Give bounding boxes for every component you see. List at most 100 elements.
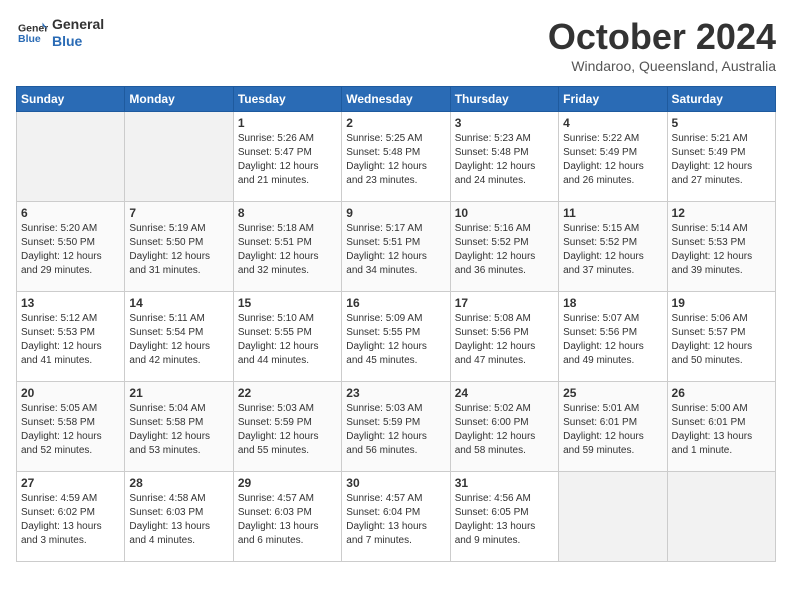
calendar-week-5: 27 Sunrise: 4:59 AM Sunset: 6:02 PM Dayli… <box>17 472 776 562</box>
calendar-cell: 27 Sunrise: 4:59 AM Sunset: 6:02 PM Dayli… <box>17 472 125 562</box>
day-details: Sunrise: 5:08 AM Sunset: 5:56 PM Dayligh… <box>455 312 554 368</box>
day-number: 19 <box>672 296 771 310</box>
day-details: Sunrise: 5:19 AM Sunset: 5:50 PM Dayligh… <box>129 222 228 278</box>
day-details: Sunrise: 5:06 AM Sunset: 5:57 PM Dayligh… <box>672 312 771 368</box>
title-block: October 2024 Windaroo, Queensland, Austr… <box>548 16 776 74</box>
day-details: Sunrise: 5:18 AM Sunset: 5:51 PM Dayligh… <box>238 222 337 278</box>
day-number: 6 <box>21 206 120 220</box>
calendar-cell: 1Sunrise: 5:26 AM Sunset: 5:47 PM Daylig… <box>233 112 341 202</box>
calendar-cell: 12Sunrise: 5:14 AM Sunset: 5:53 PM Dayli… <box>667 202 775 292</box>
day-number: 22 <box>238 386 337 400</box>
calendar-cell: 5 Sunrise: 5:21 AM Sunset: 5:49 PM Daylig… <box>667 112 775 202</box>
calendar-cell: 25Sunrise: 5:01 AM Sunset: 6:01 PM Dayli… <box>559 382 667 472</box>
day-details: Sunrise: 4:58 AM Sunset: 6:03 PM Dayligh… <box>129 492 228 548</box>
day-number: 23 <box>346 386 445 400</box>
calendar-cell: 14 Sunrise: 5:11 AM Sunset: 5:54 PM Dayli… <box>125 292 233 382</box>
calendar-cell: 11 Sunrise: 5:15 AM Sunset: 5:52 PM Dayli… <box>559 202 667 292</box>
calendar-cell: 29 Sunrise: 4:57 AM Sunset: 6:03 PM Dayli… <box>233 472 341 562</box>
calendar-week-4: 20Sunrise: 5:05 AM Sunset: 5:58 PM Dayli… <box>17 382 776 472</box>
calendar-cell: 8 Sunrise: 5:18 AM Sunset: 5:51 PM Daylig… <box>233 202 341 292</box>
day-number: 24 <box>455 386 554 400</box>
calendar-cell: 2 Sunrise: 5:25 AM Sunset: 5:48 PM Daylig… <box>342 112 450 202</box>
calendar-cell <box>667 472 775 562</box>
day-number: 21 <box>129 386 228 400</box>
location-title: Windaroo, Queensland, Australia <box>548 58 776 74</box>
weekday-header-saturday: Saturday <box>667 87 775 112</box>
day-number: 2 <box>346 116 445 130</box>
day-details: Sunrise: 5:20 AM Sunset: 5:50 PM Dayligh… <box>21 222 120 278</box>
day-number: 16 <box>346 296 445 310</box>
day-number: 31 <box>455 476 554 490</box>
day-details: Sunrise: 4:57 AM Sunset: 6:04 PM Dayligh… <box>346 492 445 548</box>
day-details: Sunrise: 5:21 AM Sunset: 5:49 PM Dayligh… <box>672 132 771 188</box>
day-details: Sunrise: 5:26 AM Sunset: 5:47 PM Dayligh… <box>238 132 337 188</box>
day-details: Sunrise: 5:15 AM Sunset: 5:52 PM Dayligh… <box>563 222 662 278</box>
day-number: 7 <box>129 206 228 220</box>
day-number: 10 <box>455 206 554 220</box>
calendar-cell: 10 Sunrise: 5:16 AM Sunset: 5:52 PM Dayli… <box>450 202 558 292</box>
weekday-header-thursday: Thursday <box>450 87 558 112</box>
calendar-cell: 18Sunrise: 5:07 AM Sunset: 5:56 PM Dayli… <box>559 292 667 382</box>
svg-text:Blue: Blue <box>18 33 41 45</box>
calendar-cell: 3 Sunrise: 5:23 AM Sunset: 5:48 PM Daylig… <box>450 112 558 202</box>
day-number: 15 <box>238 296 337 310</box>
calendar-cell: 22 Sunrise: 5:03 AM Sunset: 5:59 PM Dayli… <box>233 382 341 472</box>
day-number: 3 <box>455 116 554 130</box>
day-details: Sunrise: 4:59 AM Sunset: 6:02 PM Dayligh… <box>21 492 120 548</box>
day-number: 11 <box>563 206 662 220</box>
day-number: 29 <box>238 476 337 490</box>
weekday-header-wednesday: Wednesday <box>342 87 450 112</box>
day-details: Sunrise: 5:03 AM Sunset: 5:59 PM Dayligh… <box>238 402 337 458</box>
weekday-header-row: SundayMondayTuesdayWednesdayThursdayFrid… <box>17 87 776 112</box>
day-details: Sunrise: 5:12 AM Sunset: 5:53 PM Dayligh… <box>21 312 120 368</box>
calendar-cell: 6 Sunrise: 5:20 AM Sunset: 5:50 PM Daylig… <box>17 202 125 292</box>
day-details: Sunrise: 5:11 AM Sunset: 5:54 PM Dayligh… <box>129 312 228 368</box>
day-number: 13 <box>21 296 120 310</box>
day-details: Sunrise: 5:10 AM Sunset: 5:55 PM Dayligh… <box>238 312 337 368</box>
day-number: 28 <box>129 476 228 490</box>
calendar-cell: 13 Sunrise: 5:12 AM Sunset: 5:53 PM Dayli… <box>17 292 125 382</box>
day-number: 8 <box>238 206 337 220</box>
calendar-cell: 31 Sunrise: 4:56 AM Sunset: 6:05 PM Dayli… <box>450 472 558 562</box>
weekday-header-tuesday: Tuesday <box>233 87 341 112</box>
calendar-cell <box>125 112 233 202</box>
calendar-week-2: 6 Sunrise: 5:20 AM Sunset: 5:50 PM Daylig… <box>17 202 776 292</box>
day-details: Sunrise: 5:17 AM Sunset: 5:51 PM Dayligh… <box>346 222 445 278</box>
day-details: Sunrise: 5:25 AM Sunset: 5:48 PM Dayligh… <box>346 132 445 188</box>
day-details: Sunrise: 5:03 AM Sunset: 5:59 PM Dayligh… <box>346 402 445 458</box>
day-number: 9 <box>346 206 445 220</box>
calendar-table: SundayMondayTuesdayWednesdayThursdayFrid… <box>16 86 776 562</box>
day-number: 14 <box>129 296 228 310</box>
calendar-cell: 23 Sunrise: 5:03 AM Sunset: 5:59 PM Dayli… <box>342 382 450 472</box>
day-details: Sunrise: 4:56 AM Sunset: 6:05 PM Dayligh… <box>455 492 554 548</box>
calendar-cell: 7 Sunrise: 5:19 AM Sunset: 5:50 PM Daylig… <box>125 202 233 292</box>
calendar-cell: 28 Sunrise: 4:58 AM Sunset: 6:03 PM Dayli… <box>125 472 233 562</box>
calendar-week-3: 13 Sunrise: 5:12 AM Sunset: 5:53 PM Dayli… <box>17 292 776 382</box>
calendar-cell: 30 Sunrise: 4:57 AM Sunset: 6:04 PM Dayli… <box>342 472 450 562</box>
day-details: Sunrise: 5:16 AM Sunset: 5:52 PM Dayligh… <box>455 222 554 278</box>
logo-icon: General Blue <box>16 19 48 47</box>
month-title: October 2024 <box>548 16 776 58</box>
day-number: 5 <box>672 116 771 130</box>
logo-general: General <box>52 16 104 33</box>
weekday-header-sunday: Sunday <box>17 87 125 112</box>
calendar-cell <box>559 472 667 562</box>
day-number: 4 <box>563 116 662 130</box>
day-details: Sunrise: 5:23 AM Sunset: 5:48 PM Dayligh… <box>455 132 554 188</box>
calendar-cell <box>17 112 125 202</box>
page-header: General Blue General Blue October 2024 W… <box>16 16 776 74</box>
calendar-cell: 9 Sunrise: 5:17 AM Sunset: 5:51 PM Daylig… <box>342 202 450 292</box>
day-number: 26 <box>672 386 771 400</box>
day-details: Sunrise: 5:01 AM Sunset: 6:01 PM Dayligh… <box>563 402 662 458</box>
calendar-week-1: 1Sunrise: 5:26 AM Sunset: 5:47 PM Daylig… <box>17 112 776 202</box>
day-number: 27 <box>21 476 120 490</box>
day-details: Sunrise: 4:57 AM Sunset: 6:03 PM Dayligh… <box>238 492 337 548</box>
calendar-cell: 21Sunrise: 5:04 AM Sunset: 5:58 PM Dayli… <box>125 382 233 472</box>
calendar-cell: 16Sunrise: 5:09 AM Sunset: 5:55 PM Dayli… <box>342 292 450 382</box>
calendar-cell: 15 Sunrise: 5:10 AM Sunset: 5:55 PM Dayli… <box>233 292 341 382</box>
logo: General Blue General Blue <box>16 16 104 50</box>
day-number: 17 <box>455 296 554 310</box>
day-details: Sunrise: 5:05 AM Sunset: 5:58 PM Dayligh… <box>21 402 120 458</box>
day-number: 30 <box>346 476 445 490</box>
weekday-header-friday: Friday <box>559 87 667 112</box>
